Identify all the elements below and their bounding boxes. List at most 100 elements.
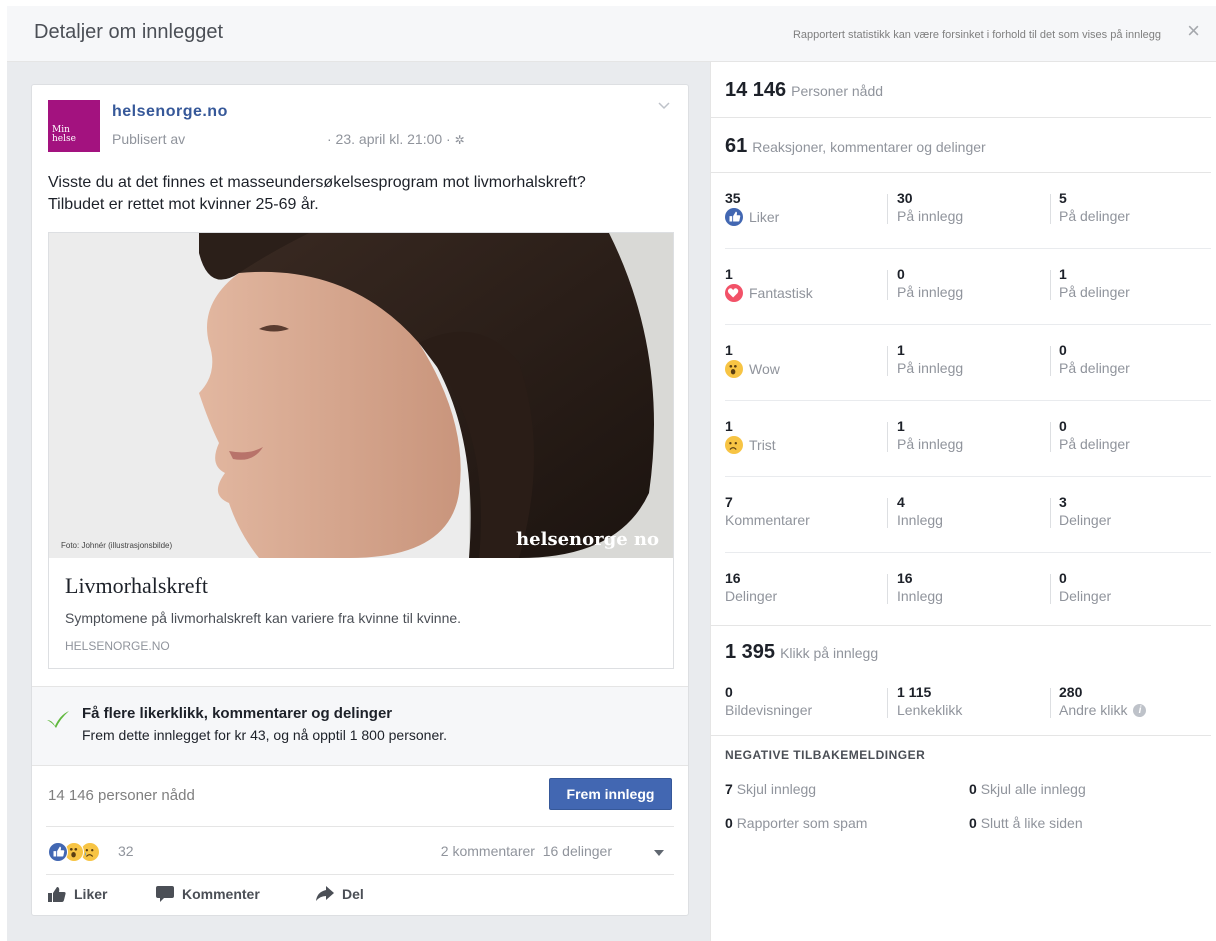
stat-sad-post: 1 På innlegg: [897, 418, 963, 452]
avatar-text: helse: [52, 134, 76, 144]
stat-label: På delinger: [1059, 208, 1130, 224]
separator: [887, 498, 888, 528]
link-description: Symptomene på livmorhalskreft kan varier…: [65, 610, 462, 626]
dialog-header: Detaljer om innlegget Rapportert statist…: [7, 6, 1216, 62]
divider: [711, 172, 1211, 173]
stat-label: På innlegg: [897, 436, 964, 452]
reach-value: 14 146: [725, 79, 787, 101]
photo-caption: Foto: Johnér (illustrasjonsbilde): [61, 541, 173, 550]
neg-label: Rapporter som spam: [736, 815, 868, 831]
stat-number: 1 115: [897, 684, 932, 700]
stat-number: 1: [725, 266, 733, 282]
stat-number: 3: [1059, 494, 1067, 510]
stat-comments-post: 4 Innlegg: [897, 494, 943, 528]
stat-link-clicks: 1 115 Lenkeklikk: [897, 684, 962, 718]
stat-label: På delinger: [1059, 284, 1130, 300]
love-reaction-icon: [725, 284, 743, 302]
separator: [887, 422, 888, 452]
stat-label: Trist: [749, 437, 776, 453]
neg-report-spam: 0 Rapporter som spam: [725, 815, 867, 831]
divider: [725, 248, 1211, 249]
divider: [46, 874, 674, 875]
stat-like-total: 35 Liker: [725, 190, 779, 226]
separator: [1050, 346, 1051, 376]
woman-portrait-image: [49, 233, 673, 558]
clicks-value: 1 395: [725, 641, 776, 663]
comments-shares-count[interactable]: 2 kommentarer 16 delinger: [441, 843, 612, 859]
engagement-value: 61: [725, 135, 748, 157]
stat-label: Fantastisk: [749, 285, 813, 301]
stat-comments-shares: 3 Delinger: [1059, 494, 1111, 528]
separator: [1050, 498, 1051, 528]
separator: [1050, 574, 1051, 604]
post-card: Min helse helsenorge.no Publisert av · 2…: [31, 84, 689, 916]
promote-banner: Få flere likerklikk, kommentarer og deli…: [32, 686, 688, 766]
divider: [711, 735, 1211, 736]
boost-post-button[interactable]: Frem innlegg: [549, 778, 672, 810]
avatar[interactable]: Min helse: [48, 100, 100, 152]
separator: [887, 270, 888, 300]
clicks-stat: 1 395 Klikk på innlegg: [725, 641, 878, 664]
stat-label: Liker: [749, 209, 780, 225]
stat-number: 30: [897, 190, 913, 206]
stat-label: Lenkeklikk: [897, 702, 963, 718]
neg-label: Slutt å like siden: [980, 815, 1083, 831]
like-reaction-icon: [725, 208, 743, 226]
stat-number: 1: [725, 418, 733, 434]
stat-label: På delinger: [1059, 436, 1130, 452]
neg-label: Skjul alle innlegg: [980, 781, 1086, 797]
stat-number: 1: [725, 342, 733, 358]
comment-action-button[interactable]: Kommenter: [156, 886, 260, 902]
reaction-count[interactable]: 32: [118, 843, 134, 859]
checkmark-icon: [47, 711, 69, 728]
info-icon[interactable]: i: [1133, 703, 1147, 717]
stat-number: 16: [725, 570, 741, 586]
post-date[interactable]: · 23. april kl. 21:00 ·: [327, 131, 451, 147]
neg-unlike-page: 0 Slutt å like siden: [969, 815, 1083, 831]
stat-number: 35: [725, 190, 741, 206]
divider: [725, 552, 1211, 553]
stat-label: På delinger: [1059, 360, 1130, 376]
separator: [1050, 688, 1051, 718]
link-image[interactable]: Foto: Johnér (illustrasjonsbilde) helsen…: [49, 233, 673, 558]
stat-other-clicks: 280 Andre klikk i: [1059, 684, 1147, 718]
stat-number: 280: [1059, 684, 1083, 700]
share-action-label: Del: [342, 886, 364, 902]
stat-number: 0: [1059, 570, 1067, 586]
stat-label: Delinger: [1059, 588, 1112, 604]
share-icon: [316, 886, 334, 901]
stat-label: Andre klikk: [1059, 702, 1128, 718]
engagement-stat: 61 Reaksjoner, kommentarer og delinger: [725, 135, 986, 158]
divider: [46, 826, 674, 827]
like-icon: [48, 887, 66, 902]
link-preview[interactable]: Foto: Johnér (illustrasjonsbilde) helsen…: [48, 232, 674, 669]
stat-number: 5: [1059, 190, 1067, 206]
close-icon[interactable]: ×: [1187, 20, 1200, 42]
stat-number: 4: [897, 494, 905, 510]
wow-reaction-icon: [725, 360, 743, 378]
neg-number: 0: [969, 781, 977, 797]
separator: [1050, 422, 1051, 452]
link-title[interactable]: Livmorhalskreft: [65, 573, 208, 599]
sad-reaction-icon: [725, 436, 743, 454]
stat-number: 7: [725, 494, 733, 510]
stat-shares-total: 16 Delinger: [725, 570, 777, 604]
stat-number: 0: [897, 266, 905, 282]
neg-number: 7: [725, 781, 733, 797]
chevron-down-icon[interactable]: [658, 99, 670, 111]
stat-label: Bildevisninger: [725, 702, 813, 718]
post-meta: Publisert av · 23. april kl. 21:00 · ✲: [112, 131, 552, 147]
page-name-link[interactable]: helsenorge.no: [112, 103, 228, 121]
separator: [1050, 270, 1051, 300]
stat-number: 0: [1059, 418, 1067, 434]
stat-number: 0: [1059, 342, 1067, 358]
caret-down-icon[interactable]: [654, 850, 664, 856]
neg-number: 0: [725, 815, 733, 831]
stat-label: Delinger: [725, 588, 778, 604]
clicks-label: Klikk på innlegg: [780, 645, 879, 661]
promote-text: Frem dette innlegget for kr 43, og nå op…: [82, 727, 448, 743]
negative-feedback-heading: NEGATIVE TILBAKEMELDINGER: [725, 748, 926, 762]
stat-number: 1: [897, 418, 905, 434]
like-action-button[interactable]: Liker: [48, 886, 107, 902]
share-action-button[interactable]: Del: [316, 886, 364, 902]
